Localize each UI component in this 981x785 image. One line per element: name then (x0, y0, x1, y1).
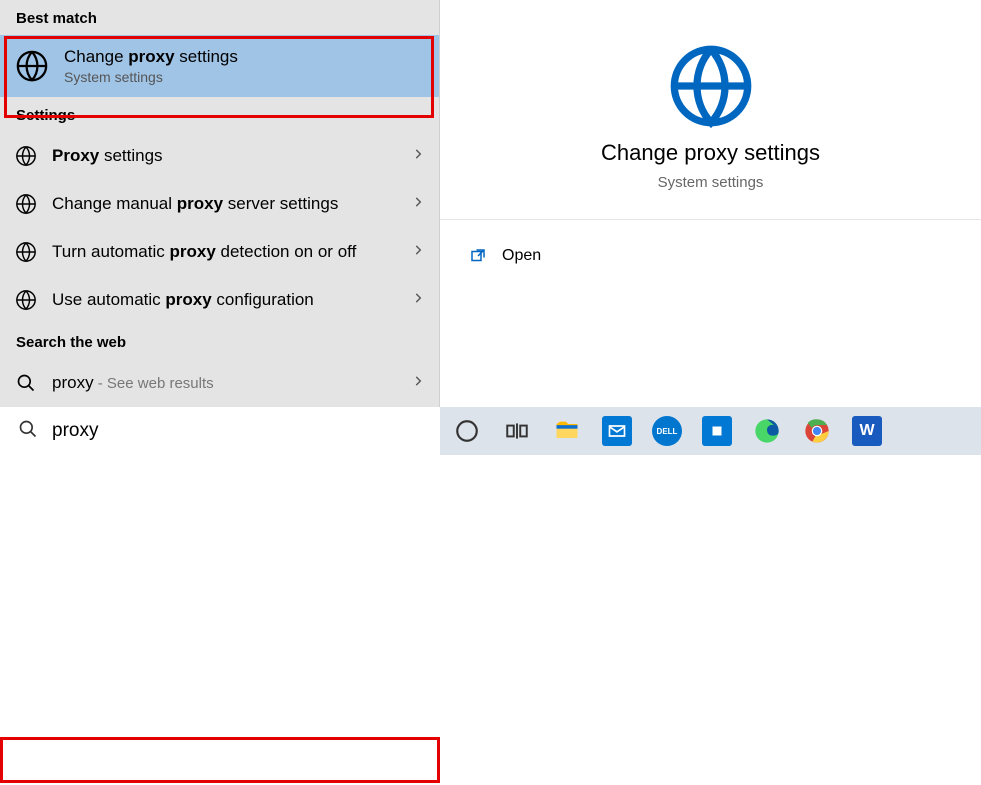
search-icon (14, 371, 38, 395)
settings-result-manual-proxy[interactable]: Change manual proxy server settings (0, 180, 439, 228)
open-icon (468, 246, 488, 266)
settings-result-auto-detection[interactable]: Turn automatic proxy detection on or off (0, 228, 439, 276)
search-input[interactable] (52, 420, 422, 442)
mail-icon (602, 416, 632, 446)
search-box[interactable] (0, 407, 440, 455)
taskbar: DELL W (0, 407, 981, 455)
section-best-match: Best match (0, 0, 439, 35)
preview-title: Change proxy settings (601, 140, 820, 166)
section-search-web: Search the web (0, 324, 439, 359)
globe-icon (14, 144, 38, 168)
settings-result-label: Proxy settings (52, 145, 397, 168)
globe-icon (665, 40, 757, 132)
taskbar-edge[interactable] (742, 407, 792, 455)
open-action[interactable]: Open (468, 240, 953, 272)
dell-icon: DELL (652, 416, 682, 446)
best-match-title: Change proxy settings (64, 47, 238, 67)
globe-icon (14, 240, 38, 264)
globe-icon (14, 288, 38, 312)
settings-result-proxy-settings[interactable]: Proxy settings (0, 132, 439, 180)
web-result-label: proxy - See web results (52, 373, 397, 393)
app-icon (702, 416, 732, 446)
taskbar-dell[interactable]: DELL (642, 407, 692, 455)
best-match-subtitle: System settings (64, 69, 238, 85)
chevron-right-icon (411, 291, 425, 310)
preview-subtitle: System settings (658, 174, 764, 191)
best-match-result[interactable]: Change proxy settings System settings (0, 35, 439, 97)
chevron-right-icon (411, 195, 425, 214)
globe-icon (14, 48, 50, 84)
taskbar-mail[interactable] (592, 407, 642, 455)
chevron-right-icon (411, 374, 425, 393)
taskbar-cortana[interactable] (442, 407, 492, 455)
chevron-right-icon (411, 243, 425, 262)
edge-icon (752, 416, 782, 446)
settings-result-auto-config[interactable]: Use automatic proxy configuration (0, 276, 439, 324)
folder-icon (552, 416, 582, 446)
settings-result-label: Turn automatic proxy detection on or off (52, 241, 397, 264)
word-icon: W (852, 416, 882, 446)
search-results-panel: Best match Change proxy settings System … (0, 0, 440, 407)
task-view-icon (502, 416, 532, 446)
taskbar-chrome[interactable] (792, 407, 842, 455)
annotation-highlight (0, 737, 440, 783)
taskbar-file-explorer[interactable] (542, 407, 592, 455)
open-label: Open (502, 247, 541, 265)
taskbar-task-view[interactable] (492, 407, 542, 455)
taskbar-app-blue[interactable] (692, 407, 742, 455)
search-icon (18, 419, 38, 444)
chrome-icon (802, 416, 832, 446)
preview-panel: Change proxy settings System settings Op… (440, 0, 981, 407)
settings-result-label: Change manual proxy server settings (52, 193, 397, 216)
taskbar-word[interactable]: W (842, 407, 892, 455)
section-settings: Settings (0, 97, 439, 132)
web-result[interactable]: proxy - See web results (0, 359, 439, 407)
settings-result-label: Use automatic proxy configuration (52, 289, 397, 312)
cortana-icon (452, 416, 482, 446)
chevron-right-icon (411, 147, 425, 166)
globe-icon (14, 192, 38, 216)
